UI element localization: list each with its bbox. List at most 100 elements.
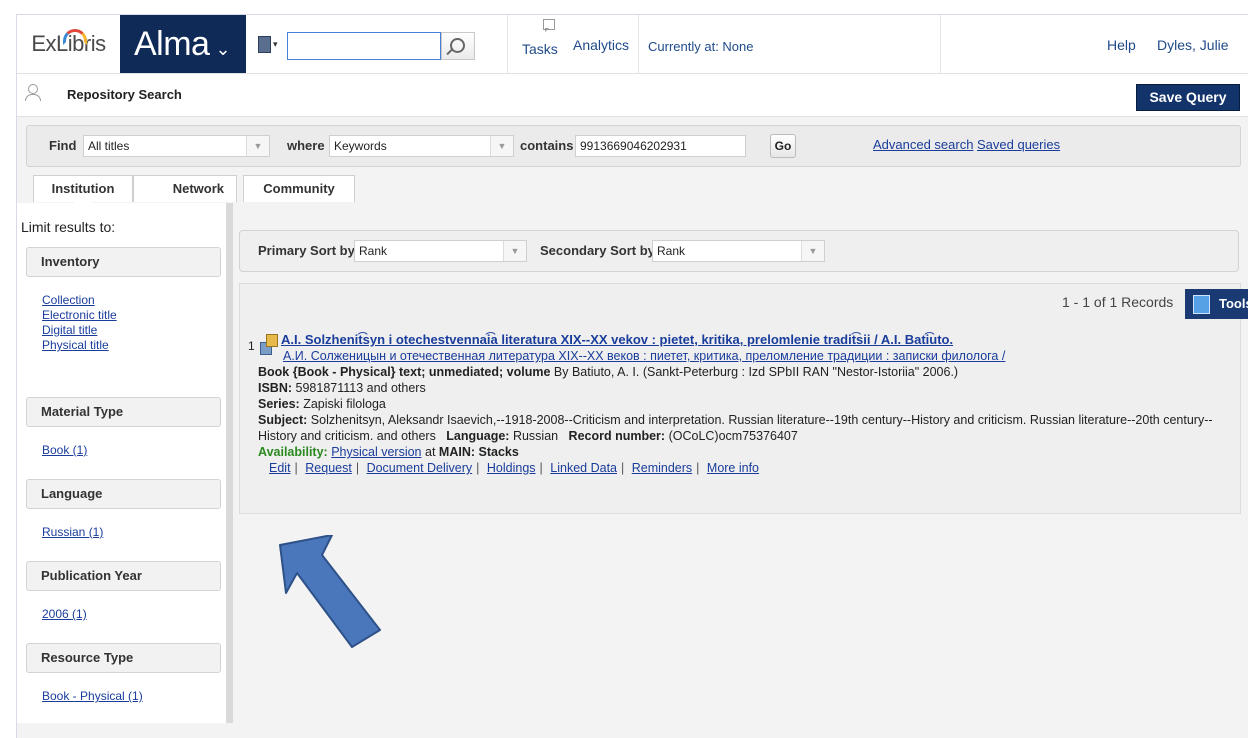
facet-inventory-header[interactable]: Inventory — [26, 247, 221, 277]
user-menu[interactable]: Dyles, Julie — [1157, 37, 1229, 53]
facet-link-physical-title[interactable]: Physical title — [42, 338, 109, 352]
record-author-publisher: By Batiuto, A. I. (Sankt-Peterburg : Izd… — [553, 365, 959, 379]
action-more-info-link[interactable]: More info — [707, 461, 759, 475]
chevron-down-icon: ▼ — [503, 241, 526, 261]
tools-button[interactable]: Tools — [1185, 289, 1248, 319]
availability-location: MAIN: Stacks — [438, 445, 519, 459]
contains-input-value: 9913669046202931 — [580, 139, 687, 153]
subject-label: Subject: — [258, 413, 308, 427]
where-label: where — [287, 138, 325, 153]
tools-icon — [1193, 295, 1210, 314]
analytics-link[interactable]: Analytics — [573, 37, 629, 53]
series-label: Series: — [258, 397, 300, 411]
isbn-value: 5981871113 and others — [295, 381, 426, 395]
availability-at: at — [425, 445, 436, 459]
facet-link-digital-title[interactable]: Digital title — [42, 323, 97, 337]
tasks-link[interactable]: Tasks — [522, 41, 558, 57]
chevron-down-icon: ⌄ — [215, 38, 231, 59]
help-link[interactable]: Help — [1107, 37, 1136, 53]
tab-community[interactable]: Community — [243, 175, 355, 202]
facet-link-book-physical[interactable]: Book - Physical (1) — [42, 689, 143, 703]
app-frame: ExLibris Alma ⌄ ▾ Tasks Analytics Curren… — [16, 14, 1248, 738]
where-select[interactable]: Keywords ▼ — [329, 135, 514, 157]
primary-sort-value: Rank — [359, 244, 388, 258]
action-linked-data-link[interactable]: Linked Data — [550, 461, 617, 475]
facet-publication-year-header[interactable]: Publication Year — [26, 561, 221, 591]
alma-logo-text: Alma — [134, 24, 210, 63]
action-request-link[interactable]: Request — [305, 461, 352, 475]
language-value: Russian — [512, 429, 559, 443]
contains-input[interactable]: 9913669046202931 — [575, 135, 746, 157]
action-edit-link[interactable]: Edit — [269, 461, 291, 475]
action-document-delivery-link[interactable]: Document Delivery — [367, 461, 473, 475]
find-select[interactable]: All titles ▼ — [83, 135, 270, 157]
saved-queries-link[interactable]: Saved queries — [977, 137, 1060, 152]
facet-resource-type-header[interactable]: Resource Type — [26, 643, 221, 673]
facet-link-russian[interactable]: Russian (1) — [42, 525, 103, 539]
primary-sort-select[interactable]: Rank ▼ — [354, 240, 527, 262]
current-location[interactable]: Currently at: None — [648, 39, 754, 54]
separator: | — [696, 461, 700, 475]
divider — [638, 15, 639, 73]
facet-sidebar: Limit results to: Inventory Collection E… — [17, 203, 233, 723]
page-title: Repository Search — [67, 87, 182, 102]
record-body: A.I. Solzhenit͡syn i otechestvennai͡a li… — [258, 332, 1226, 476]
contains-label: contains — [520, 138, 574, 153]
search-type-selector[interactable]: ▾ — [258, 33, 286, 55]
chevron-down-icon: ▼ — [246, 136, 269, 156]
facet-material-type-header[interactable]: Material Type — [26, 397, 221, 427]
record-title-link[interactable]: A.I. Solzhenit͡syn i otechestvennai͡a li… — [281, 332, 953, 347]
record-number-value: (OCoLC)ocm75376407 — [668, 429, 798, 443]
persistent-search-input[interactable] — [287, 32, 441, 60]
facet-link-book[interactable]: Book (1) — [42, 443, 87, 457]
facet-language-header[interactable]: Language — [26, 479, 221, 509]
exlibris-logo[interactable]: ExLibris — [17, 15, 120, 73]
separator: | — [539, 461, 543, 475]
alma-menu-button[interactable]: Alma ⌄ — [120, 15, 246, 73]
dropdown-arrow-icon: ▾ — [273, 39, 278, 49]
tab-institution[interactable]: Institution — [33, 175, 133, 202]
secondary-sort-select[interactable]: Rank ▼ — [652, 240, 825, 262]
series-value: Zapiski filologa — [303, 397, 386, 411]
separator: | — [355, 461, 360, 475]
divider — [940, 15, 941, 73]
where-select-value: Keywords — [334, 139, 387, 153]
action-holdings-link[interactable]: Holdings — [487, 461, 536, 475]
search-button[interactable] — [441, 32, 475, 60]
go-button[interactable]: Go — [770, 134, 796, 158]
record-actions: Edit | Request | Document Delivery | Holdin… — [267, 460, 1226, 476]
repository-icon — [25, 84, 41, 102]
separator: | — [621, 461, 625, 475]
find-select-value: All titles — [88, 139, 130, 153]
save-query-button[interactable]: Save Query — [1136, 84, 1240, 111]
search-bar: Find All titles ▼ where Keywords ▼ conta… — [26, 125, 1241, 167]
secondary-sort-label: Secondary Sort by — [540, 243, 655, 258]
record-type-icon — [260, 332, 278, 355]
availability-physical-link[interactable]: Physical version — [331, 445, 421, 459]
search-type-icon — [258, 36, 271, 53]
availability-label: Availability: — [258, 445, 328, 459]
chevron-down-icon: ▼ — [490, 136, 513, 156]
record-number-label: Record number: — [568, 429, 666, 443]
divider — [507, 15, 508, 73]
results-panel: 1 - 1 of 1 Records Tools 1 A.I. Solzheni… — [239, 283, 1248, 514]
record-number: 1 — [248, 339, 255, 353]
up-arrow-annotation — [279, 535, 381, 648]
tasks-icon — [543, 19, 555, 32]
tools-label: Tools — [1219, 296, 1248, 311]
record-format: Book {Book - Physical} text; unmediated;… — [258, 365, 551, 379]
secondary-sort-value: Rank — [657, 244, 686, 258]
action-reminders-link[interactable]: Reminders — [632, 461, 692, 475]
isbn-label: ISBN: — [258, 381, 293, 395]
advanced-search-link[interactable]: Advanced search — [873, 137, 973, 152]
tab-network[interactable]: Network — [133, 175, 237, 202]
top-bar: ExLibris Alma ⌄ ▾ Tasks Analytics Curren… — [17, 15, 1248, 74]
separator: | — [476, 461, 480, 475]
facet-link-electronic-title[interactable]: Electronic title — [42, 308, 117, 322]
facet-link-collection[interactable]: Collection — [42, 293, 95, 307]
facet-link-2006[interactable]: 2006 (1) — [42, 607, 87, 621]
record-title-cyrillic-link[interactable]: А.И. Солженицын и отечественная литерату… — [283, 349, 1005, 363]
limit-results-label: Limit results to: — [21, 219, 116, 235]
page-header-bar: Repository Search Save Query — [17, 74, 1248, 117]
results-count: 1 - 1 of 1 Records — [1062, 294, 1174, 310]
